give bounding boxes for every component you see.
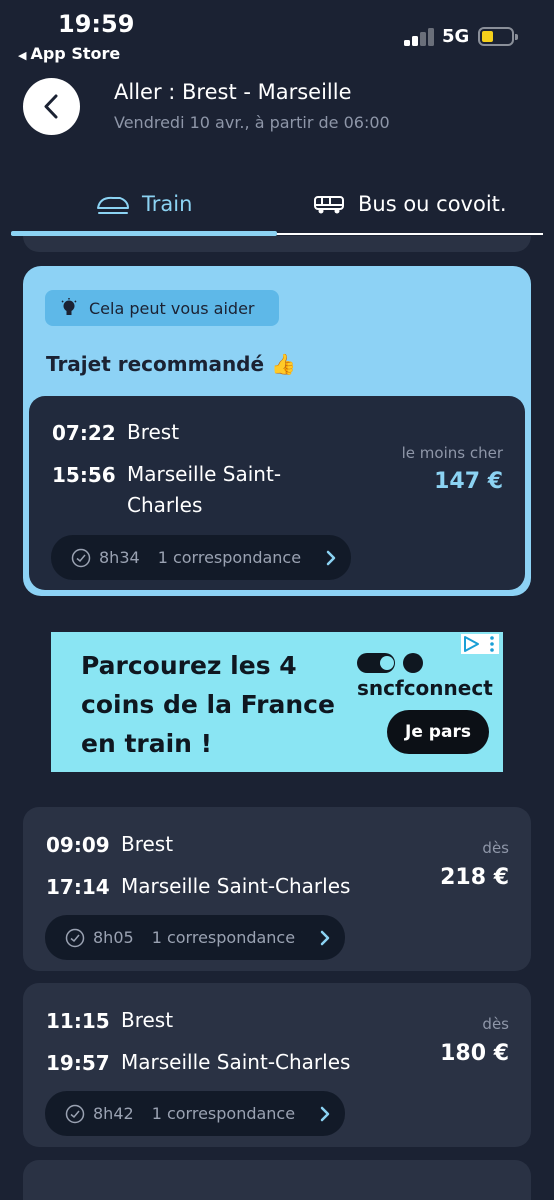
connections: 1 correspondance (151, 1104, 296, 1123)
ad-banner[interactable]: Parcourez les 4 coins de la France en tr… (51, 632, 503, 772)
departure-time: 11:15 (46, 1009, 110, 1033)
help-tip-pill: Cela peut vous aider (45, 290, 279, 326)
duration: 8h05 (93, 928, 134, 947)
sncf-logo-icon (357, 653, 423, 673)
back-arrow-icon (44, 94, 58, 119)
tab-train-label: Train (142, 192, 193, 216)
arrival-station: Marseille Saint-Charles (127, 462, 282, 517)
price: 147 € (434, 469, 503, 494)
chevron-right-icon (326, 550, 336, 566)
ad-cta-button[interactable]: Je pars (387, 710, 489, 754)
previous-result-card[interactable] (23, 236, 531, 252)
trip-title: Aller : Brest - Marseille (114, 80, 352, 104)
status-time: 19:59 (58, 10, 135, 38)
battery-icon (478, 27, 518, 46)
duration-pill[interactable]: 8h42 1 correspondance (45, 1091, 345, 1136)
duration: 8h34 (99, 548, 140, 567)
tab-train[interactable]: Train (96, 186, 192, 222)
ad-brand: sncfconnect (357, 676, 493, 700)
recommended-title: Trajet recommandé 👍 (46, 352, 296, 376)
price-label: dès (482, 839, 509, 857)
recommendation-panel: Cela peut vous aider Trajet recommandé 👍… (23, 266, 531, 596)
clock-icon (71, 548, 91, 567)
departure-station: Brest (127, 420, 180, 444)
arrival-time: 15:56 (52, 463, 116, 487)
trip-result-card[interactable]: 11:15 Brest 19:57 Marseille Saint-Charle… (23, 983, 531, 1147)
duration: 8h42 (93, 1104, 134, 1123)
departure-station: Brest (121, 832, 174, 856)
connections: 1 correspondance (151, 928, 296, 947)
trip-result-card[interactable] (23, 1160, 531, 1200)
arrival-time: 19:57 (46, 1051, 110, 1075)
status-bar: 19:59 ◀ App Store 5G (0, 0, 554, 70)
departure-time: 09:09 (46, 833, 110, 857)
trip-subtitle: Vendredi 10 avr., à partir de 06:00 (114, 113, 390, 132)
back-button[interactable] (23, 78, 80, 135)
ad-headline: Parcourez les 4 coins de la France en tr… (81, 651, 335, 758)
price-label: le moins cher (401, 444, 503, 462)
price-label: dès (482, 1015, 509, 1033)
duration-pill[interactable]: 8h05 1 correspondance (45, 915, 345, 960)
arrival-station: Marseille Saint-Charles (121, 1050, 351, 1074)
back-app-label: App Store (30, 44, 121, 63)
departure-station: Brest (121, 1008, 174, 1032)
lightbulb-icon (61, 298, 77, 315)
clock-icon (65, 928, 85, 947)
tab-bus-label: Bus ou covoit. (358, 192, 507, 216)
arrival-time: 17:14 (46, 875, 110, 899)
back-triangle-icon: ◀ (18, 49, 27, 62)
train-icon (97, 196, 129, 214)
chevron-right-icon (320, 1106, 330, 1122)
clock-icon (65, 1104, 85, 1123)
back-to-app-link[interactable]: ◀ App Store (18, 44, 120, 63)
chevron-right-icon (320, 930, 330, 946)
tab-bus[interactable]: Bus ou covoit. (312, 186, 507, 222)
departure-time: 07:22 (52, 421, 116, 445)
network-label: 5G (442, 26, 470, 47)
ad-choices-icon[interactable] (461, 634, 499, 654)
recommended-trip-card[interactable]: 07:22 Brest 15:56 Marseille Saint-Charle… (29, 396, 525, 590)
help-tip-label: Cela peut vous aider (89, 298, 255, 318)
signal-icon (404, 26, 438, 46)
thumbs-up-icon: 👍 (271, 352, 296, 376)
arrival-station: Marseille Saint-Charles (121, 874, 351, 898)
bus-icon (314, 196, 344, 214)
duration-pill[interactable]: 8h34 1 correspondance (51, 535, 351, 580)
price: 180 € (440, 1041, 509, 1066)
trip-result-card[interactable]: 09:09 Brest 17:14 Marseille Saint-Charle… (23, 807, 531, 971)
connections: 1 correspondance (157, 548, 302, 567)
price: 218 € (440, 865, 509, 890)
